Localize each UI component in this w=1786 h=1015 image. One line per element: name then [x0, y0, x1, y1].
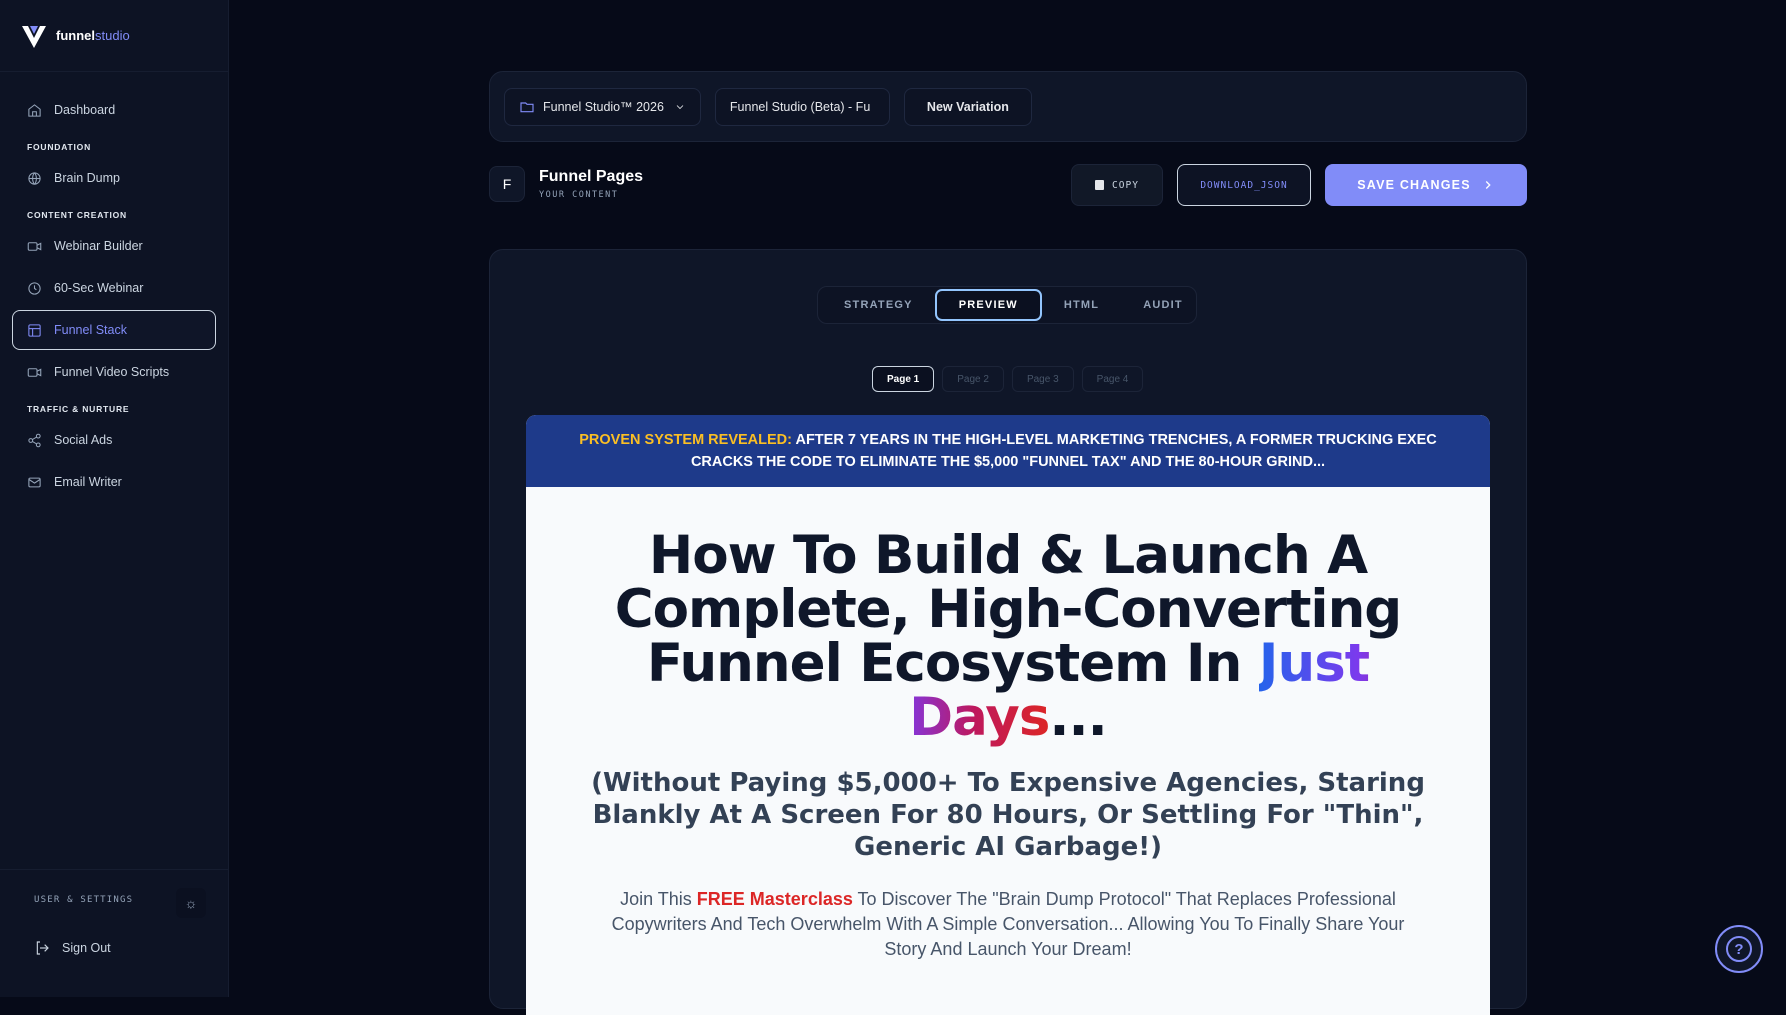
- logout-icon: [36, 941, 49, 955]
- globe-icon: [28, 171, 41, 185]
- sidebar-nav: Dashboard FOUNDATION Brain Dump CONTENT …: [0, 72, 228, 502]
- sidebar-footer: USER & SETTINGS ☼ Sign Out: [0, 869, 229, 997]
- sidebar-item-label: Webinar Builder: [54, 239, 143, 253]
- tab-preview[interactable]: PREVIEW: [934, 289, 1042, 321]
- sidebar-item-label: Email Writer: [54, 475, 122, 489]
- tab-audit[interactable]: AUDIT: [1121, 289, 1205, 321]
- mail-icon: [28, 477, 41, 487]
- sidebar-item-label: Brain Dump: [54, 171, 120, 185]
- download-json-button[interactable]: DOWNLOAD_JSON: [1177, 164, 1311, 206]
- sidebar-item-webinar-builder[interactable]: Webinar Builder: [12, 226, 216, 266]
- sidebar-item-60-sec-webinar[interactable]: 60-Sec Webinar: [12, 268, 216, 308]
- funnel-name-input[interactable]: Funnel Studio (Beta) - Fu: [714, 87, 890, 126]
- page-selector: Page 1 Page 2 Page 3 Page 4: [872, 366, 1144, 392]
- section-content-creation: CONTENT CREATION: [27, 210, 127, 220]
- page-tab-2[interactable]: Page 2: [942, 366, 1004, 392]
- sidebar-item-funnel-video-scripts[interactable]: Funnel Video Scripts: [12, 352, 216, 392]
- share-icon: [28, 433, 41, 447]
- sign-out-label: Sign Out: [62, 941, 111, 955]
- save-label: SAVE CHANGES: [1357, 178, 1471, 192]
- page-tab-1[interactable]: Page 1: [872, 366, 935, 392]
- chevron-right-icon: [1485, 181, 1491, 189]
- sidebar: funnelstudio Dashboard FOUNDATION Brain …: [0, 0, 229, 997]
- banner-highlight: PROVEN SYSTEM REVEALED:: [579, 432, 792, 448]
- preview-subheadline: (Without Paying $5,000+ To Expensive Age…: [591, 768, 1425, 862]
- tab-strategy[interactable]: STRATEGY: [822, 289, 935, 321]
- video-icon: [27, 367, 42, 377]
- sidebar-item-label: Funnel Video Scripts: [54, 365, 170, 379]
- preview-headline: How To Build & Launch A Complete, High-C…: [526, 529, 1490, 745]
- clock-icon: [28, 281, 41, 295]
- banner-text-1: AFTER 7 YEARS IN THE HIGH-LEVEL MARKETIN…: [795, 432, 1437, 448]
- video-icon: [27, 241, 42, 251]
- page-title: Funnel Pages: [539, 168, 644, 185]
- avatar: F: [489, 166, 525, 202]
- funnel-page-preview: PROVEN SYSTEM REVEALED: AFTER 7 YEARS IN…: [526, 415, 1490, 1015]
- user-settings-label: USER & SETTINGS: [34, 895, 134, 905]
- sun-icon: ☼: [184, 895, 198, 911]
- layout-icon: [28, 323, 41, 337]
- sidebar-item-dashboard[interactable]: Dashboard: [12, 90, 216, 130]
- content-header: F Funnel Pages YOUR CONTENT COPY DOWNLOA…: [489, 164, 1527, 206]
- project-select-value: Funnel Studio™ 2026: [543, 99, 664, 114]
- new-variation-button[interactable]: New Variation: [903, 87, 1032, 126]
- sidebar-item-email-writer[interactable]: Email Writer: [12, 462, 216, 502]
- preview-body-text: Join This FREE Masterclass To Discover T…: [526, 887, 1490, 962]
- sidebar-item-brain-dump[interactable]: Brain Dump: [12, 158, 216, 198]
- folder-icon: [520, 101, 534, 112]
- view-tabs: STRATEGY PREVIEW HTML AUDIT: [817, 286, 1197, 324]
- sidebar-item-social-ads[interactable]: Social Ads: [12, 420, 216, 460]
- copy-button[interactable]: COPY: [1071, 164, 1163, 206]
- banner-line-2: CRACKS THE CODE TO ELIMINATE THE $5,000 …: [690, 454, 1326, 470]
- banner-line-1: PROVEN SYSTEM REVEALED: AFTER 7 YEARS IN…: [579, 429, 1436, 451]
- page-tab-4[interactable]: Page 4: [1081, 366, 1144, 392]
- section-traffic-nurture: TRAFFIC & NURTURE: [27, 404, 130, 414]
- sidebar-item-funnel-stack[interactable]: Funnel Stack: [12, 310, 216, 350]
- logo-v-icon: [22, 25, 46, 48]
- page-tab-3[interactable]: Page 3: [1011, 366, 1074, 392]
- brand-name: funnelstudio: [56, 28, 130, 43]
- help-icon: ?: [1726, 936, 1752, 962]
- chevron-down-icon: [676, 104, 684, 109]
- content-panel: STRATEGY PREVIEW HTML AUDIT Page 1 Page …: [489, 249, 1527, 1015]
- body-highlight: FREE Masterclass: [696, 889, 853, 909]
- sidebar-item-label: 60-Sec Webinar: [54, 281, 144, 295]
- project-select[interactable]: Funnel Studio™ 2026: [504, 87, 701, 126]
- sign-out-button[interactable]: Sign Out: [34, 940, 111, 956]
- sidebar-item-label: Social Ads: [54, 433, 113, 447]
- preview-banner: PROVEN SYSTEM REVEALED: AFTER 7 YEARS IN…: [526, 415, 1490, 487]
- sidebar-item-label: Funnel Stack: [54, 323, 127, 337]
- brand[interactable]: funnelstudio: [0, 0, 228, 72]
- project-toolbar: Funnel Studio™ 2026 Funnel Studio (Beta)…: [489, 71, 1527, 142]
- theme-toggle-button[interactable]: ☼: [176, 888, 206, 918]
- help-button[interactable]: ?: [1715, 925, 1763, 973]
- page-subtitle: YOUR CONTENT: [539, 190, 619, 200]
- home-icon: [28, 103, 41, 117]
- sidebar-item-label: Dashboard: [54, 103, 116, 117]
- copy-label: COPY: [1112, 179, 1139, 191]
- clipboard-icon: [1095, 180, 1105, 190]
- save-changes-button[interactable]: SAVE CHANGES: [1325, 164, 1527, 206]
- body-prefix: Join This: [620, 889, 697, 909]
- tab-html[interactable]: HTML: [1042, 289, 1121, 321]
- section-foundation: FOUNDATION: [27, 142, 92, 152]
- headline-ellipsis: ...: [1049, 687, 1107, 748]
